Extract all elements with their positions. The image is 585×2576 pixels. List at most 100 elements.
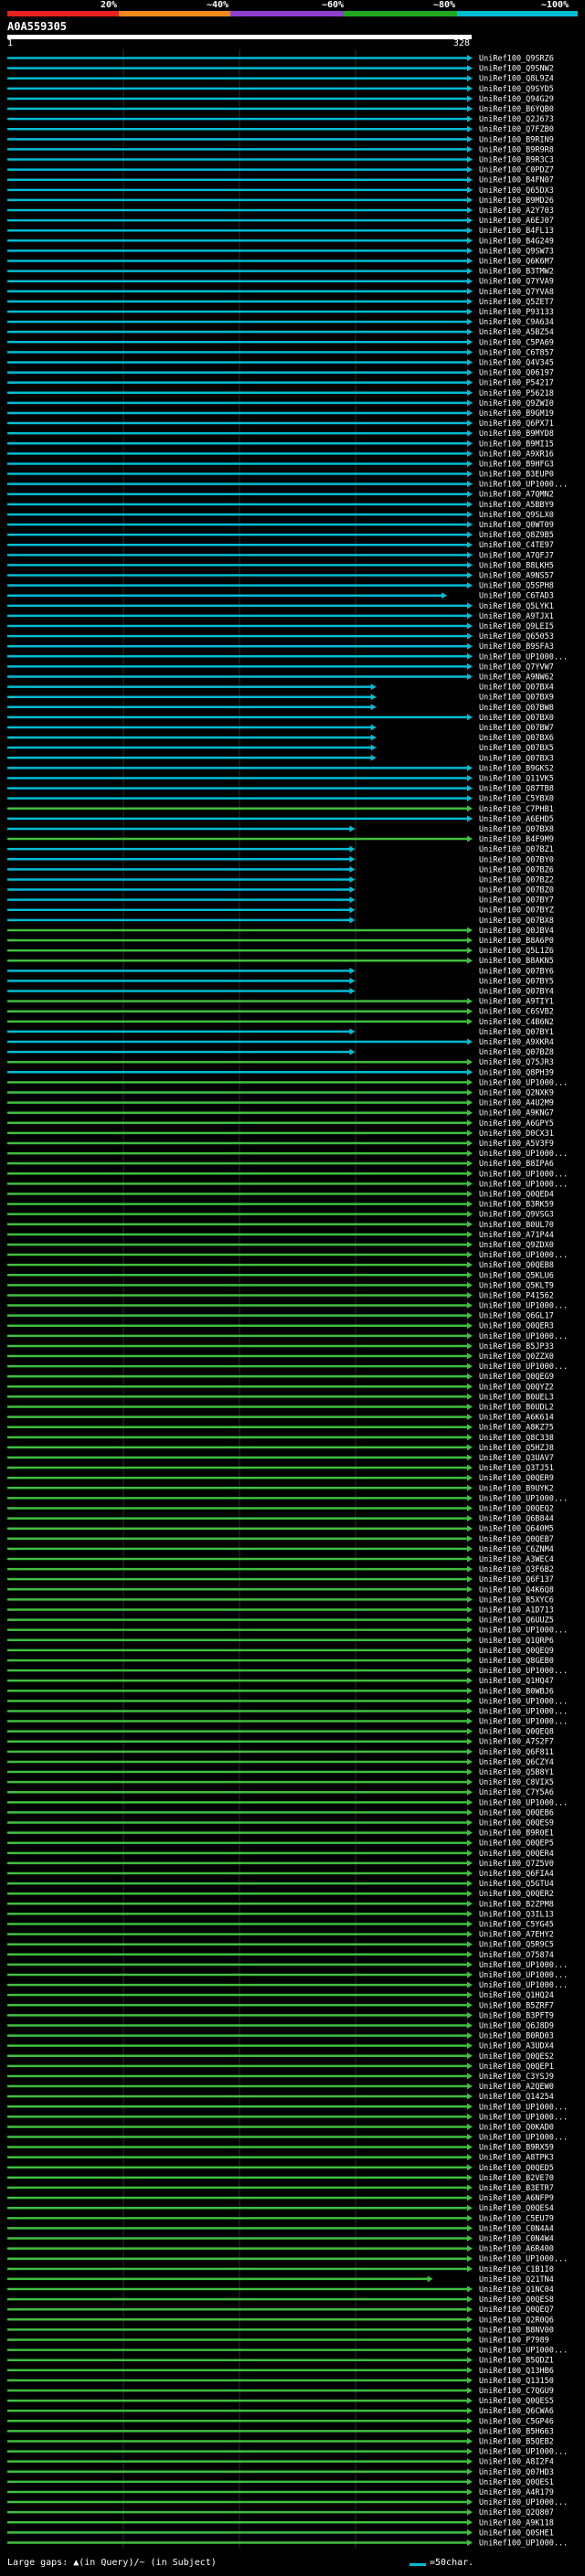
hit-arrow: [467, 125, 473, 133]
hit-row: UniRef100_Q6F811: [7, 1748, 554, 1757]
hit-row: UniRef100_C4TE97: [7, 541, 554, 550]
hit-label: UniRef100_A6NFP9: [479, 2194, 554, 2203]
hit-arrow: [467, 1971, 473, 1978]
hit-row: UniRef100_A7EHY2: [7, 1931, 554, 1940]
hit-row: UniRef100_UP1000...: [7, 1078, 568, 1087]
hit-row: UniRef100_Q6GL17: [7, 1312, 554, 1321]
hit-label: UniRef100_UP1000...: [479, 2539, 568, 2548]
hit-arrow: [370, 694, 377, 701]
hit-row: UniRef100_A6R400: [7, 2245, 554, 2254]
hit-row: UniRef100_Q06197: [7, 369, 554, 378]
hit-label: UniRef100_UP1000...: [479, 1494, 568, 1503]
hit-label: UniRef100_C5YG45: [479, 1921, 554, 1930]
hit-row: UniRef100_Q5SPH8: [7, 582, 554, 591]
hit-label: UniRef100_A71P44: [479, 1231, 554, 1240]
hit-row: UniRef100_B9GM19: [7, 409, 554, 419]
hit-label: UniRef100_UP1000...: [479, 1170, 568, 1179]
hit-arrow: [467, 1454, 473, 1461]
hit-label: UniRef100_Q5SPH8: [479, 582, 554, 591]
hit-row: UniRef100_Q3IL13: [7, 1910, 554, 1919]
hit-arrow: [467, 764, 473, 771]
hit-label: UniRef100_A5BZ54: [479, 328, 554, 337]
hit-row: UniRef100_Q0QES8: [7, 2295, 554, 2305]
hit-row: UniRef100_A2Y703: [7, 207, 554, 216]
hit-label: UniRef100_Q07BX8: [479, 825, 554, 834]
hit-row: UniRef100_Q9SLX0: [7, 511, 554, 520]
hit-label: UniRef100_B8LKH5: [479, 561, 554, 570]
hit-arrow: [467, 1758, 473, 1765]
hit-arrow: [467, 2367, 473, 2374]
hit-label: UniRef100_Q6PX71: [479, 419, 554, 429]
hit-row: UniRef100_Q6CZY4: [7, 1758, 554, 1767]
hit-arrow: [467, 551, 473, 558]
hit-arrow: [467, 1393, 473, 1400]
hit-label: UniRef100_Q2R0Q6: [479, 2316, 554, 2325]
hit-row: UniRef100_Q07BW8: [7, 704, 554, 713]
hit-arrow: [467, 1697, 473, 1704]
legend-swatch: [410, 2563, 426, 2566]
hit-arrow: [467, 2458, 473, 2465]
hit-label: UniRef100_A7QFJ7: [479, 551, 554, 560]
hit-row: UniRef100_B3TMW2: [7, 268, 554, 277]
hit-label: UniRef100_Q07BW7: [479, 724, 554, 733]
hit-row: UniRef100_A8TPK3: [7, 2154, 554, 2163]
hit-label: UniRef100_UP1000...: [479, 1961, 568, 1970]
hit-arrow: [467, 308, 473, 315]
hit-label: UniRef100_B4FN07: [479, 176, 554, 186]
hit-arrow: [467, 217, 473, 224]
hit-arrow: [467, 1667, 473, 1674]
hit-label: UniRef100_Q0QED5: [479, 2164, 554, 2173]
hit-row: UniRef100_Q6J8D9: [7, 2021, 554, 2030]
hit-arrow: [467, 998, 473, 1005]
hit-row: UniRef100_UP1000...: [7, 1971, 568, 1980]
hit-arrow: [467, 1788, 473, 1796]
hit-label: UniRef100_Q07BZ6: [479, 865, 554, 875]
hit-label: UniRef100_A6EHD5: [479, 815, 554, 824]
hit-row: UniRef100_A7QFJ7: [7, 551, 554, 560]
hit-label: UniRef100_B9UYK2: [479, 1484, 554, 1493]
hit-row: UniRef100_B9R9R8: [7, 145, 554, 154]
hit-arrow: [467, 399, 473, 407]
hit-row: UniRef100_B9SFA3: [7, 642, 554, 652]
hit-label: UniRef100_Q8Z9B5: [479, 531, 554, 540]
hit-row: UniRef100_Q0QER2: [7, 1890, 554, 1899]
hit-row: UniRef100_Q07BZ0: [7, 886, 554, 896]
hit-label: UniRef100_UP1000...: [479, 1362, 568, 1372]
hit-label: UniRef100_Q07BX6: [479, 734, 554, 743]
hit-row: UniRef100_Q5KLU6: [7, 1271, 554, 1280]
hit-label: UniRef100_A1D713: [479, 1606, 554, 1615]
hit-label: UniRef100_B9R3C3: [479, 156, 554, 165]
hit-label: UniRef100_A9NW62: [479, 673, 554, 683]
hit-row: UniRef100_Q07BX4: [7, 684, 554, 693]
hit-arrow: [467, 2042, 473, 2050]
hit-label: UniRef100_Q0QEG9: [479, 1373, 554, 1382]
hit-row: UniRef100_Q07BY0: [7, 855, 554, 864]
hit-arrow: [467, 2184, 473, 2191]
hit-label: UniRef100_Q0QES8: [479, 2295, 554, 2305]
hit-arrow: [467, 1647, 473, 1654]
hit-row: UniRef100_B8A6P0: [7, 937, 554, 946]
hit-row: UniRef100_Q1HQ24: [7, 1991, 554, 2000]
hit-arrow: [467, 1484, 473, 1491]
hit-arrow: [349, 1048, 356, 1055]
hit-row: UniRef100_B4FN07: [7, 176, 554, 186]
hit-row: UniRef100_Q07BX8: [7, 917, 554, 926]
hit-row: UniRef100_C4B6N2: [7, 1018, 554, 1027]
hit-row: UniRef100_A9XKR4: [7, 1038, 554, 1047]
hit-row: UniRef100_A9KNG7: [7, 1109, 554, 1118]
hit-row: UniRef100_B8LKH5: [7, 561, 554, 570]
hit-label: UniRef100_C5PA69: [479, 338, 554, 347]
hit-arrow: [467, 632, 473, 640]
hit-label: UniRef100_A9KNG7: [479, 1109, 554, 1118]
alignment-plot: UniRef100_Q9SRZ6UniRef100_Q9SNW2UniRef10…: [7, 49, 568, 2548]
hit-label: UniRef100_C3YSJ9: [479, 2072, 554, 2082]
hit-arrow: [467, 1058, 473, 1065]
hit-label: UniRef100_B9GM19: [479, 409, 554, 419]
hit-arrow: [467, 135, 473, 143]
hit-label: UniRef100_B5QEB2: [479, 2437, 554, 2446]
hit-row: UniRef100_UP1000...: [7, 1332, 568, 1341]
hit-arrow: [467, 55, 473, 62]
hit-row: UniRef100_C6ZNM4: [7, 1545, 554, 1554]
hit-label: UniRef100_Q1HQ47: [479, 1677, 554, 1686]
hit-row: UniRef100_Q6K6M7: [7, 258, 554, 267]
